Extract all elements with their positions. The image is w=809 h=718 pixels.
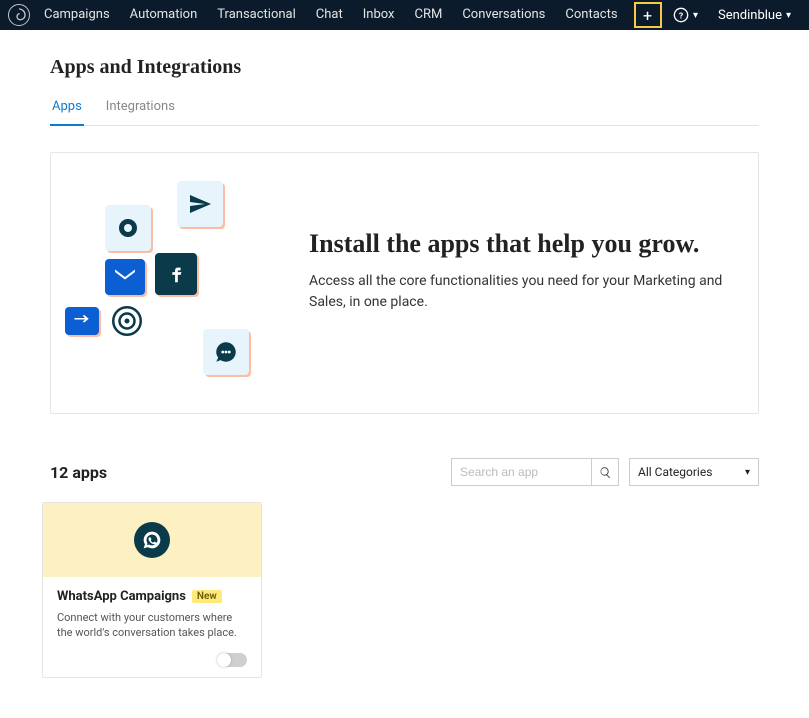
help-menu[interactable]: ? ▾ [663, 7, 708, 23]
app-card-title: WhatsApp Campaigns [57, 589, 186, 604]
facebook-icon [165, 263, 187, 285]
hero-panel: Install the apps that help you grow. Acc… [50, 152, 759, 414]
chevron-down-icon: ▾ [745, 467, 750, 478]
tab-integrations[interactable]: Integrations [104, 93, 177, 125]
hero-illustration [69, 179, 279, 379]
nav-transactional[interactable]: Transactional [207, 0, 306, 30]
badge-new: New [192, 590, 222, 603]
tab-apps[interactable]: Apps [50, 93, 84, 126]
apps-count-label: 12 apps [50, 463, 107, 482]
add-button[interactable]: + [634, 2, 662, 28]
arrows-icon [73, 315, 91, 327]
app-card-whatsapp[interactable]: WhatsApp Campaigns New Connect with your… [42, 502, 262, 678]
chat-bubble-icon [213, 339, 239, 365]
target-icon [112, 306, 142, 336]
category-selected-label: All Categories [638, 465, 712, 479]
chevron-down-icon: ▾ [693, 10, 698, 21]
brand-logo[interactable] [8, 4, 30, 26]
category-select[interactable]: All Categories ▾ [629, 458, 759, 486]
nav-inbox[interactable]: Inbox [353, 0, 405, 30]
nav-campaigns[interactable]: Campaigns [34, 0, 120, 30]
app-card-description: Connect with your customers where the wo… [57, 610, 247, 641]
nav-contacts[interactable]: Contacts [555, 0, 627, 30]
mail-icon [115, 269, 135, 285]
svg-text:?: ? [679, 11, 683, 21]
nav-automation[interactable]: Automation [120, 0, 208, 30]
chevron-down-icon: ▾ [786, 10, 791, 21]
gear-icon [116, 216, 140, 240]
tab-bar: Apps Integrations [50, 93, 759, 126]
hero-title: Install the apps that help you grow. [309, 229, 724, 259]
whatsapp-icon [134, 522, 170, 558]
page-title: Apps and Integrations [50, 56, 759, 79]
search-button[interactable] [591, 458, 619, 486]
search-icon [599, 466, 612, 479]
paper-plane-icon [188, 192, 212, 216]
hero-subtitle: Access all the core functionalities you … [309, 271, 724, 313]
nav-crm[interactable]: CRM [404, 0, 452, 30]
top-navbar: Campaigns Automation Transactional Chat … [0, 0, 809, 30]
account-label: Sendinblue [718, 8, 782, 23]
nav-conversations[interactable]: Conversations [452, 0, 555, 30]
help-icon: ? [673, 7, 689, 23]
account-menu[interactable]: Sendinblue ▾ [708, 8, 801, 23]
app-toggle[interactable] [217, 653, 247, 667]
search-input[interactable] [451, 458, 591, 486]
nav-chat[interactable]: Chat [306, 0, 353, 30]
swirl-icon [11, 7, 27, 23]
app-card-banner [43, 503, 261, 577]
